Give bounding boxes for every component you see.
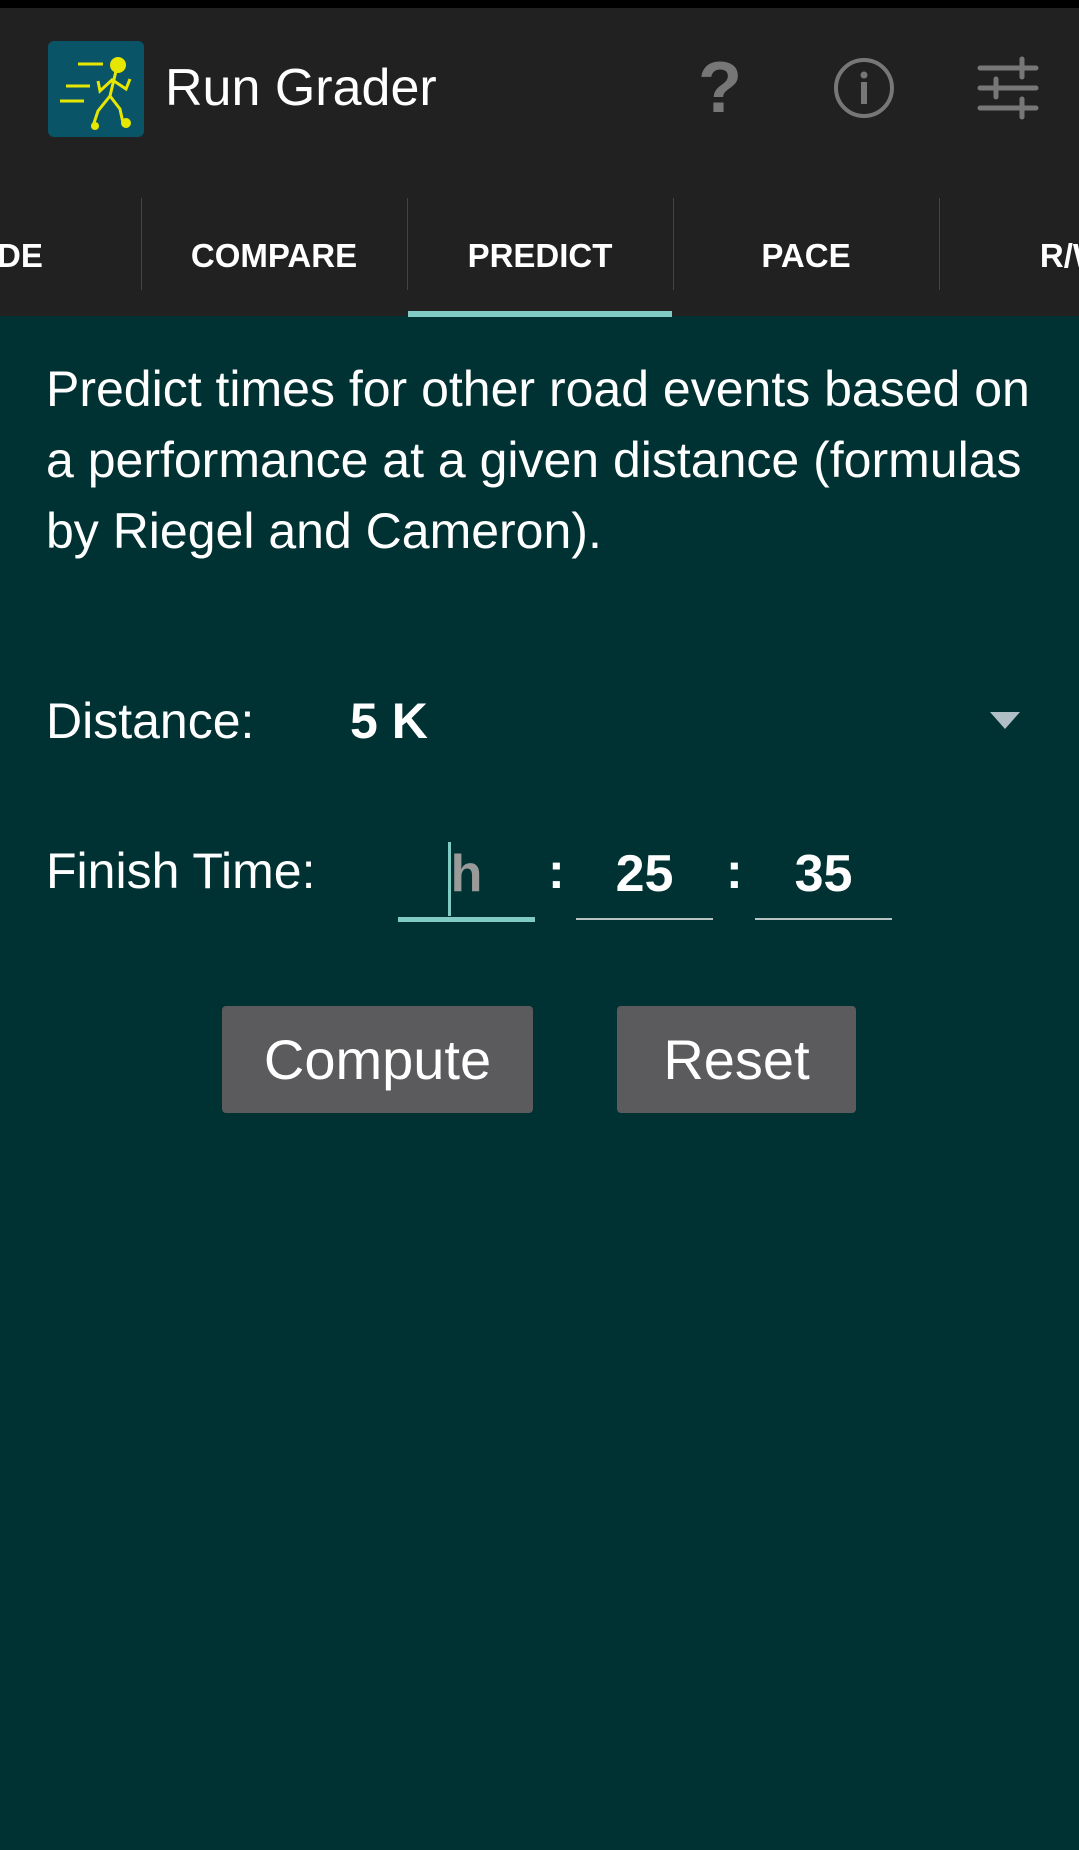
tab-pace[interactable]: PACE: [673, 195, 939, 316]
dropdown-arrow-icon[interactable]: [990, 712, 1020, 729]
seconds-input[interactable]: 35: [755, 838, 892, 920]
tab-predict[interactable]: PREDICT: [407, 195, 673, 316]
help-icon[interactable]: ?: [688, 48, 752, 128]
app-bar: Run Grader ?: [0, 8, 1079, 195]
compute-label: Compute: [263, 1028, 492, 1091]
selected-tab-indicator: [408, 311, 672, 317]
settings-sliders-icon[interactable]: [976, 56, 1040, 120]
app-title: Run Grader: [165, 59, 437, 117]
info-icon[interactable]: [832, 56, 896, 120]
time-separator: :: [726, 843, 743, 899]
minutes-input[interactable]: 25: [576, 838, 713, 920]
tab-label: R/W: [1039, 236, 1079, 274]
tab-grade[interactable]: ADE: [0, 195, 141, 316]
hours-placeholder: h: [450, 845, 483, 903]
tab-divider: [407, 198, 408, 290]
reset-button[interactable]: Reset: [617, 1006, 856, 1113]
tab-label: ADE: [0, 236, 43, 274]
tab-run-walk[interactable]: R/W: [939, 195, 1079, 316]
tab-compare[interactable]: COMPARE: [141, 195, 407, 316]
status-bar: [0, 0, 1079, 8]
distance-label: Distance:: [46, 693, 255, 749]
reset-label: Reset: [663, 1028, 810, 1091]
hours-input[interactable]: h: [398, 838, 535, 922]
tab-label: COMPARE: [190, 236, 358, 274]
compute-button[interactable]: Compute: [222, 1006, 533, 1113]
tab-label: PREDICT: [467, 236, 613, 274]
time-separator: :: [548, 843, 565, 899]
distance-select[interactable]: 5 K: [350, 692, 428, 750]
tab-label: PACE: [761, 236, 851, 274]
finish-time-label: Finish Time:: [46, 843, 316, 899]
tab-divider: [141, 198, 142, 290]
tab-divider: [939, 198, 940, 290]
app-logo-runner-icon: [48, 41, 144, 137]
description-text: Predict times for other road events base…: [46, 361, 1030, 559]
text-cursor: [448, 842, 451, 916]
tab-divider: [673, 198, 674, 290]
tab-bar: ADE COMPARE PREDICT PACE R/W: [0, 195, 1079, 317]
